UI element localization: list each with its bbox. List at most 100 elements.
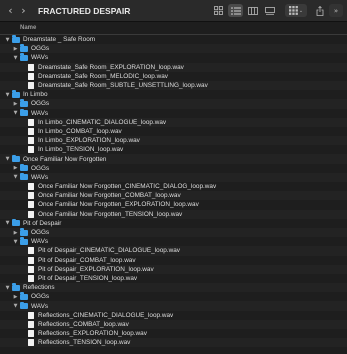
folder-name: OGGs (31, 164, 50, 172)
folder-row[interactable]: ▶ OGGs (0, 227, 347, 238)
folder-icon (12, 283, 20, 291)
audio-file-icon (28, 330, 34, 338)
more-button[interactable]: » (329, 4, 343, 17)
disclosure-expanded-icon[interactable]: ▼ (4, 156, 11, 162)
list-view-button[interactable] (228, 4, 243, 17)
folder-row[interactable]: ▶ OGGs (0, 292, 347, 301)
disclosure-expanded-icon[interactable]: ▼ (12, 55, 19, 61)
group-by-button[interactable]: ⌄ (285, 4, 307, 17)
file-name: In Limbo_CINEMATIC_DIALOGUE_loop.wav (38, 118, 167, 126)
file-name: In Limbo_TENSION_loop.wav (38, 146, 124, 154)
file-row[interactable]: Once Familiar Now Forgotten_CINEMATIC_DI… (0, 182, 347, 191)
audio-file-icon (28, 339, 34, 347)
folder-icon (20, 172, 28, 181)
folder-row[interactable]: ▼ In Limbo (0, 90, 347, 99)
file-row[interactable]: Once Familiar Now Forgotten_EXPLORATION_… (0, 200, 347, 209)
disclosure-expanded-icon[interactable]: ▼ (4, 220, 11, 226)
file-row[interactable]: Pit of Despair_TENSION_loop.wav (0, 274, 347, 283)
folder-row[interactable]: ▼ Reflections (0, 283, 347, 293)
column-view-button[interactable] (245, 4, 260, 17)
folder-row[interactable]: ▼ WAVs (0, 237, 347, 246)
folder-row[interactable]: ▼ Once Familiar Now Forgotten (0, 154, 347, 164)
disclosure-expanded-icon[interactable]: ▼ (4, 285, 11, 291)
file-name: Reflections_TENSION_loop.wav (38, 339, 131, 347)
column-header-name-label: Name (20, 25, 37, 31)
folder-row[interactable]: ▼ WAVs (0, 108, 347, 118)
file-name: Reflections_COMBAT_loop.wav (38, 320, 129, 328)
file-row[interactable]: In Limbo_CINEMATIC_DIALOGUE_loop.wav (0, 117, 347, 127)
audio-file-icon (28, 210, 34, 218)
folder-name: Pit of Despair (23, 219, 62, 227)
folder-row[interactable]: ▼ WAVs (0, 301, 347, 311)
file-list: ▼ Dreamstate _ Safe Room ▶ OGGs ▼ WAVs Dreamst… (0, 35, 347, 348)
file-name: Pit of Despair_CINEMATIC_DIALOGUE_loop.w… (38, 247, 180, 255)
file-row[interactable]: Pit of Despair_EXPLORATION_loop.wav (0, 264, 347, 274)
audio-file-icon (28, 274, 34, 282)
folder-row[interactable]: ▼ Pit of Despair (0, 218, 347, 228)
audio-file-icon (28, 118, 34, 126)
folder-row[interactable]: ▼ WAVs (0, 53, 347, 62)
forward-button[interactable]: › (17, 3, 30, 19)
disclosure-collapsed-icon[interactable]: ▶ (12, 101, 19, 107)
file-row[interactable]: Once Familiar Now Forgotten_COMBAT_loop.… (0, 191, 347, 201)
folder-icon (20, 53, 28, 61)
disclosure-expanded-icon[interactable]: ▼ (4, 37, 11, 43)
file-row[interactable]: Dreamstate_Safe Room_EXPLORATION_loop.wa… (0, 62, 347, 72)
file-row[interactable]: In Limbo_COMBAT_loop.wav (0, 127, 347, 136)
file-row[interactable]: In Limbo_TENSION_loop.wav (0, 145, 347, 154)
window-title: FRACTURED DESPAIR (38, 5, 131, 16)
gallery-view-button[interactable] (262, 4, 277, 17)
folder-icon (20, 163, 28, 172)
disclosure-collapsed-icon[interactable]: ▶ (12, 165, 19, 171)
view-switcher (211, 4, 277, 17)
folder-row[interactable]: ▶ OGGs (0, 99, 347, 109)
grid-view-button[interactable] (211, 4, 226, 17)
disclosure-expanded-icon[interactable]: ▼ (12, 174, 19, 180)
disclosure-expanded-icon[interactable]: ▼ (12, 239, 19, 245)
folder-name: OGGs (31, 45, 50, 53)
share-icon (316, 5, 324, 16)
disclosure-expanded-icon[interactable]: ▼ (4, 92, 11, 98)
back-button[interactable]: ‹ (4, 3, 17, 19)
folder-name: WAVs (31, 238, 49, 246)
file-row[interactable]: Once Familiar Now Forgotten_TENSION_loop… (0, 209, 347, 219)
file-row[interactable]: Dreamstate_Safe Room_MELODIC_loop.wav (0, 72, 347, 81)
file-row[interactable]: Pit of Despair_COMBAT_loop.wav (0, 256, 347, 265)
toolbar: ‹ › FRACTURED DESPAIR ⌄ » (0, 0, 347, 22)
audio-file-icon (28, 63, 34, 71)
audio-file-icon (28, 247, 34, 255)
folder-icon (12, 154, 20, 163)
audio-file-icon (28, 146, 34, 154)
audio-file-icon (28, 256, 34, 264)
share-button[interactable] (313, 4, 327, 17)
file-name: In Limbo_COMBAT_loop.wav (38, 127, 122, 135)
column-view-icon (247, 6, 258, 15)
folder-row[interactable]: ▶ OGGs (0, 44, 347, 54)
folder-row[interactable]: ▼ WAVs (0, 172, 347, 182)
file-row[interactable]: Reflections_EXPLORATION_loop.wav (0, 329, 347, 338)
audio-file-icon (28, 127, 34, 135)
file-row[interactable]: Reflections_COMBAT_loop.wav (0, 319, 347, 329)
file-name: Dreamstate_Safe Room_EXPLORATION_loop.wa… (38, 63, 184, 71)
folder-icon (20, 99, 28, 107)
column-header-name[interactable]: Name (0, 22, 347, 35)
audio-file-icon (28, 265, 34, 273)
disclosure-collapsed-icon[interactable]: ▶ (12, 46, 19, 52)
disclosure-expanded-icon[interactable]: ▼ (12, 110, 19, 116)
folder-name: Once Familiar Now Forgotten (23, 155, 107, 163)
file-name: Dreamstate_Safe Room_SUBTLE_UNSETTLING_l… (38, 82, 208, 90)
folder-row[interactable]: ▼ Dreamstate _ Safe Room (0, 35, 347, 44)
audio-file-icon (28, 201, 34, 209)
folder-row[interactable]: ▶ OGGs (0, 163, 347, 173)
file-row[interactable]: Reflections_CINEMATIC_DIALOGUE_loop.wav (0, 311, 347, 320)
folder-icon (12, 35, 20, 43)
file-row[interactable]: Pit of Despair_CINEMATIC_DIALOGUE_loop.w… (0, 246, 347, 256)
file-row[interactable]: In Limbo_EXPLORATION_loop.wav (0, 136, 347, 146)
disclosure-expanded-icon[interactable]: ▼ (12, 303, 19, 309)
disclosure-collapsed-icon[interactable]: ▶ (12, 230, 19, 236)
file-row[interactable]: Dreamstate_Safe Room_SUBTLE_UNSETTLING_l… (0, 80, 347, 91)
disclosure-collapsed-icon[interactable]: ▶ (12, 294, 19, 300)
folder-name: Reflections (23, 284, 55, 292)
file-row[interactable]: Reflections_TENSION_loop.wav (0, 338, 347, 348)
folder-icon (20, 44, 28, 52)
